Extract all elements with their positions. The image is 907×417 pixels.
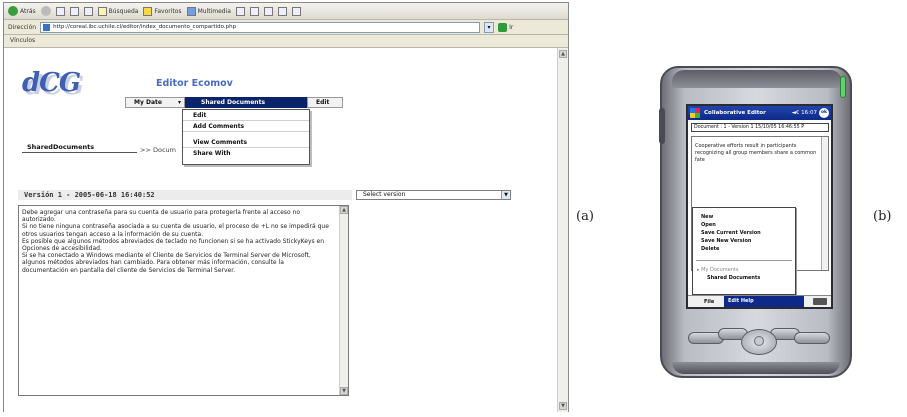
links-bar[interactable]: Vínculos <box>4 35 568 48</box>
back-arrow-icon <box>8 6 18 16</box>
edit-page-icon[interactable] <box>277 6 287 16</box>
pda-menu-my-documents-label: My Documents <box>701 267 739 273</box>
refresh-icon[interactable] <box>69 6 79 16</box>
page-content: dCG dCG Editor Ecomov My Date ▾ Shared D… <box>4 48 558 412</box>
dpad-center[interactable] <box>754 336 764 346</box>
editor-scrollbar[interactable]: ▲ ▼ <box>339 206 348 395</box>
address-bar: Dirección http://coreal.ibc.uchile.cl/ed… <box>4 20 568 35</box>
stop-icon[interactable] <box>55 6 65 16</box>
hardware-button-4[interactable] <box>794 332 830 344</box>
home-icon[interactable] <box>83 6 93 16</box>
scroll-down-icon[interactable]: ▼ <box>340 387 348 395</box>
scroll-up-icon[interactable]: ▲ <box>340 206 348 214</box>
pda-titlebar: Collaborative Editor ◄€ 16:07 ok <box>688 106 831 120</box>
pda-menu-my-documents[interactable]: ▸ My Documents <box>697 267 738 273</box>
logo: dCG <box>22 68 81 98</box>
pda-status: ◄€ 16:07 <box>791 110 817 116</box>
pda-menu-save-current[interactable]: Save Current Version <box>701 230 761 236</box>
pda-screen: Collaborative Editor ◄€ 16:07 ok Documen… <box>686 104 833 309</box>
menu-my-date-label: My Date <box>134 99 162 106</box>
history-icon[interactable] <box>235 6 245 16</box>
dropdown-item-share-with[interactable]: Share With <box>183 148 309 159</box>
dropdown-item-edit[interactable]: Edit <box>183 110 309 121</box>
address-dropdown-button[interactable]: ▾ <box>484 21 495 33</box>
pda-menubar: File Edit Help <box>688 295 831 307</box>
pda-document-field[interactable]: Document : 1 - Version 1 15/10/05 16:46:… <box>691 123 829 132</box>
back-label: Atrás <box>20 7 36 15</box>
version-select[interactable]: Select version ▼ <box>356 190 511 200</box>
favorites-label: Favoritos <box>154 7 182 15</box>
media-icon <box>186 6 196 16</box>
chevron-down-icon: ▾ <box>177 99 181 106</box>
pda-menu-new[interactable]: New <box>701 214 713 220</box>
pda-menubar-edit-help[interactable]: Edit Help <box>724 296 804 307</box>
menu-edit[interactable]: Edit <box>307 97 343 108</box>
forward-arrow-icon[interactable] <box>40 6 51 16</box>
pda-stylus-icon <box>840 76 846 98</box>
pda-menu-open[interactable]: Open <box>701 222 716 228</box>
pda-app-title: Collaborative Editor <box>704 110 766 116</box>
figure-label-a: (a) <box>576 209 594 224</box>
keyboard-icon[interactable] <box>813 298 827 305</box>
breadcrumb-underline <box>22 152 137 153</box>
favorites-button[interactable]: Favoritos <box>143 6 182 16</box>
pda-file-menu: New Open Save Current Version Save New V… <box>692 207 796 295</box>
star-icon <box>143 6 153 16</box>
app-title: Editor Ecomov <box>156 78 233 89</box>
pda-top-bezel <box>672 70 842 88</box>
windows-start-icon[interactable] <box>690 108 700 118</box>
multimedia-label: Multimedia <box>197 7 231 15</box>
page-scrollbar[interactable]: ▲ ▼ <box>557 48 568 412</box>
pda-bottom-bezel <box>672 362 840 374</box>
version-header: Versión 1 - 2005-06-18 16:40:52 <box>18 190 352 200</box>
go-label: Ir <box>509 23 514 31</box>
print-icon[interactable] <box>263 6 273 16</box>
chevron-down-icon: ▼ <box>501 191 510 199</box>
breadcrumb-current[interactable]: SharedDocuments <box>27 143 94 151</box>
multimedia-button[interactable]: Multimedia <box>186 6 231 16</box>
figure-label-b: (b) <box>873 209 892 224</box>
pda-menu-shared-documents[interactable]: Shared Documents <box>707 275 760 281</box>
pda-document-text[interactable]: Cooperative efforts result in participan… <box>695 143 820 164</box>
menu-separator <box>696 260 792 261</box>
browser-window: Atrás Búsqueda Favoritos Multimedia Dire… <box>3 2 569 412</box>
shared-documents-dropdown: Edit Add Comments View Comments Share Wi… <box>182 109 310 165</box>
pda-device: Collaborative Editor ◄€ 16:07 ok Documen… <box>659 66 852 378</box>
document-editor[interactable]: Debe agregar una contraseña para su cuen… <box>18 205 349 396</box>
search-button[interactable]: Búsqueda <box>97 6 139 16</box>
document-text[interactable]: Debe agregar una contraseña para su cuen… <box>22 209 330 394</box>
menu-my-date[interactable]: My Date ▾ <box>125 97 185 108</box>
mail-icon[interactable] <box>249 6 259 16</box>
scroll-down-icon[interactable]: ▼ <box>559 402 567 410</box>
pda-menu-delete[interactable]: Delete <box>701 246 719 252</box>
pda-scrollbar[interactable] <box>821 137 828 270</box>
dropdown-item-add-comments[interactable]: Add Comments <box>183 121 309 132</box>
go-arrow-icon <box>498 22 508 32</box>
pda-hardware-buttons <box>686 324 832 366</box>
pda-menubar-file[interactable]: File <box>704 299 714 305</box>
dropdown-item-view-comments[interactable]: View Comments <box>183 137 309 148</box>
address-label: Dirección <box>8 23 37 31</box>
pda-ok-button[interactable]: ok <box>819 108 829 118</box>
pda-side-button[interactable] <box>659 108 665 144</box>
breadcrumb-rest[interactable]: >> Docum <box>140 146 176 154</box>
version-select-value: Select version <box>363 191 406 198</box>
go-button[interactable]: Ir <box>498 22 514 32</box>
search-icon <box>97 6 107 16</box>
back-button[interactable]: Atrás <box>8 6 36 16</box>
address-input[interactable]: http://coreal.ibc.uchile.cl/editor/index… <box>40 21 481 33</box>
messenger-icon[interactable] <box>291 6 301 16</box>
menu-shared-documents[interactable]: Shared Documents <box>185 97 307 108</box>
scroll-up-icon[interactable]: ▲ <box>559 50 567 58</box>
browser-toolbar: Atrás Búsqueda Favoritos Multimedia <box>4 3 568 20</box>
search-label: Búsqueda <box>108 7 139 15</box>
pda-menu-save-new[interactable]: Save New Version <box>701 238 751 244</box>
